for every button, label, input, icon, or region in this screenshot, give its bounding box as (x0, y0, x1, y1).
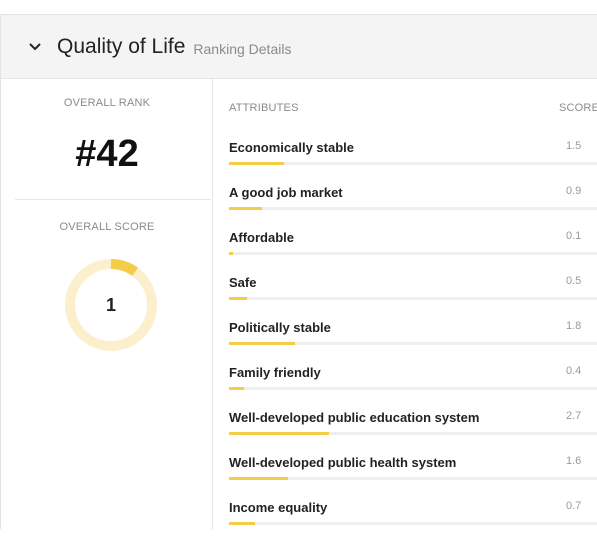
score-bar-track (229, 297, 597, 300)
score-bar-fill (229, 477, 288, 480)
divider (15, 199, 211, 200)
score-bar-fill (229, 387, 244, 390)
attributes-column: ATTRIBUTES SCORE Economically stable 1.5 A… (213, 79, 597, 530)
attribute-label: Well-developed public education system (229, 410, 480, 425)
panel-header[interactable]: Quality of Life Ranking Details (1, 15, 597, 79)
score-bar-fill (229, 297, 247, 300)
score-bar-track (229, 432, 597, 435)
score-bar-track (229, 207, 597, 210)
score-bar-fill (229, 252, 233, 255)
attribute-label: Economically stable (229, 140, 354, 155)
attribute-row: Politically stable 1.8 (229, 320, 597, 365)
attribute-label: Family friendly (229, 365, 321, 380)
score-bar-track (229, 342, 597, 345)
attribute-row: Economically stable 1.5 (229, 140, 597, 185)
overall-score-label: OVERALL SCORE (59, 221, 155, 233)
attribute-score: 1.8 (566, 320, 582, 332)
attribute-row: Safe 0.5 (229, 275, 597, 320)
score-bar-track (229, 477, 597, 480)
attribute-score: 0.5 (566, 275, 582, 287)
attribute-row: Family friendly 0.4 (229, 365, 597, 410)
score-bar-fill (229, 432, 329, 435)
attribute-score: 0.1 (566, 230, 582, 242)
attribute-label: Politically stable (229, 320, 331, 335)
score-bar-track (229, 387, 597, 390)
overall-score-value: 1 (105, 294, 116, 315)
score-bar-fill (229, 522, 255, 525)
attribute-label: Well-developed public health system (229, 455, 457, 470)
quality-of-life-panel: Quality of Life Ranking Details OVERALL … (0, 14, 597, 530)
top-spacer (0, 0, 597, 14)
attribute-score: 2.7 (566, 410, 582, 422)
attribute-row: Well-developed public education system 2.… (229, 410, 597, 455)
panel-title: Quality of Life (57, 34, 186, 58)
overall-rank-value: #42 (75, 133, 139, 175)
attribute-score: 1.6 (566, 455, 582, 467)
attribute-row: Well-developed public health system 1.6 (229, 455, 597, 500)
score-bar-fill (229, 162, 284, 165)
attribute-label: A good job market (229, 185, 343, 200)
overall-rank-label: OVERALL RANK (63, 97, 151, 109)
attribute-label: Income equality (229, 500, 328, 515)
attribute-score: 0.7 (566, 500, 582, 512)
attributes-header: ATTRIBUTES (229, 102, 299, 114)
attribute-row: Affordable 0.1 (229, 230, 597, 275)
score-header: SCORE (559, 102, 597, 114)
chevron-down-icon[interactable] (27, 39, 43, 55)
attribute-row: A good job market 0.9 (229, 185, 597, 230)
score-bar-track (229, 162, 597, 165)
attribute-label: Safe (229, 275, 257, 290)
attribute-label: Affordable (229, 230, 294, 245)
score-bar-fill (229, 342, 295, 345)
score-bar-fill (229, 207, 262, 210)
attribute-score: 0.4 (566, 365, 582, 377)
overview-column: OVERALL RANK #42 OVERALL SCORE 1 (1, 79, 213, 530)
attribute-score: 0.9 (566, 185, 582, 197)
panel-subtitle: Ranking Details (193, 41, 292, 57)
attribute-score: 1.5 (566, 140, 582, 152)
attribute-row: Income equality 0.7 (229, 500, 597, 545)
score-bar-track (229, 522, 597, 525)
score-bar-track (229, 252, 597, 255)
